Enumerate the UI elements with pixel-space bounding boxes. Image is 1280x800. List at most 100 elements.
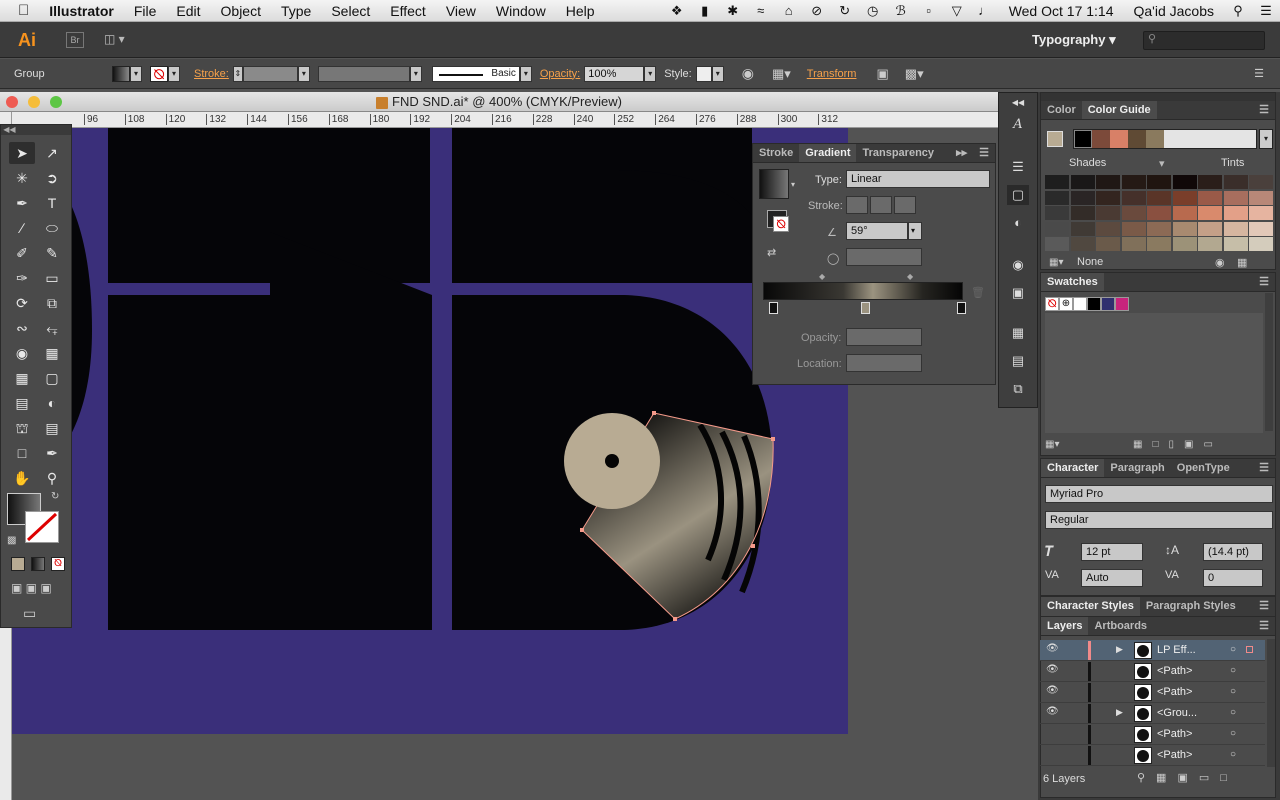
tab-swatches[interactable]: Swatches <box>1041 273 1104 291</box>
shade-swatch[interactable] <box>1147 237 1171 251</box>
minimize-window-button[interactable] <box>28 96 40 108</box>
shade-swatch[interactable] <box>1198 175 1222 189</box>
shade-swatch[interactable] <box>1223 190 1248 205</box>
pathfinder-panel-icon[interactable]: ⧉ <box>1007 379 1029 399</box>
shade-swatch[interactable] <box>1121 190 1146 205</box>
shade-swatch[interactable] <box>1172 237 1197 251</box>
arrange-icon[interactable]: ▩▾ <box>905 66 924 82</box>
tab-character[interactable]: Character <box>1041 459 1105 477</box>
apple-menu-icon[interactable]:  <box>0 2 39 19</box>
pencil-tool-icon[interactable]: ✎ <box>39 242 65 264</box>
aspect-ratio-field[interactable] <box>846 248 922 266</box>
transform-link[interactable]: Transform <box>807 68 857 80</box>
type-tool-icon[interactable]: T <box>39 192 65 214</box>
swatch-white[interactable] <box>1073 297 1087 311</box>
gradient-panel-icon[interactable]: ▢ <box>1007 185 1029 205</box>
menubar-user[interactable]: Qa'id Jacobs <box>1124 3 1225 19</box>
graphic-styles-icon[interactable]: ▣ <box>1007 283 1029 303</box>
shade-swatch[interactable] <box>1070 221 1095 236</box>
shade-swatch[interactable] <box>1096 221 1120 236</box>
shade-swatch[interactable] <box>1198 206 1222 220</box>
harmony-color[interactable] <box>1128 130 1146 148</box>
close-window-button[interactable] <box>6 96 18 108</box>
zoom-window-button[interactable] <box>50 96 62 108</box>
help-search-input[interactable]: ⚲ <box>1143 31 1265 50</box>
none-mode-icon[interactable]: ⦰ <box>51 557 65 571</box>
layer-row[interactable]: <Path> ○ <box>1040 745 1265 766</box>
stroke-weight-dropdown[interactable]: ▾ <box>297 65 310 82</box>
layer-row[interactable]: 👁 <Path> ○ <box>1040 682 1265 703</box>
panel-menu-icon[interactable]: ☰ <box>1253 617 1275 635</box>
shade-swatch[interactable] <box>1070 206 1095 220</box>
fill-dropdown[interactable]: ▾ <box>130 65 142 82</box>
mesh-tool-icon[interactable]: ▦ <box>9 367 35 389</box>
expand-arrow-icon[interactable]: ▶ <box>1116 707 1123 718</box>
tab-transparency[interactable]: Transparency <box>856 144 940 162</box>
layer-row[interactable]: 👁 <Path> ○ <box>1040 661 1265 682</box>
stroke-across-button[interactable] <box>894 196 916 214</box>
target-circle-icon[interactable]: ○ <box>1230 749 1236 760</box>
shade-swatch[interactable] <box>1198 221 1222 236</box>
gradient-stop[interactable] <box>957 302 966 314</box>
layer-row[interactable]: 👁 ▶ <Grou... ○ <box>1040 703 1265 724</box>
transform-panel-icon[interactable]: ▦ <box>1007 323 1029 343</box>
color-mode-icon[interactable] <box>11 557 25 571</box>
screen-mode-icon[interactable]: ▭ <box>23 605 36 622</box>
shade-swatch[interactable] <box>1249 221 1273 236</box>
shade-swatch[interactable] <box>1172 206 1197 220</box>
swatch-magenta[interactable] <box>1115 297 1129 311</box>
shade-swatch[interactable] <box>1045 206 1069 220</box>
free-transform-tool-icon[interactable]: ⥆ <box>39 317 65 339</box>
tab-gradient[interactable]: Gradient <box>799 144 857 162</box>
shade-swatch[interactable] <box>1121 175 1146 189</box>
swatch-libraries-icon[interactable]: ▦▾ <box>1045 439 1059 450</box>
blob-brush-tool-icon[interactable]: ✑ <box>9 267 35 289</box>
shade-swatch[interactable] <box>1249 190 1273 205</box>
shade-swatch[interactable] <box>1249 237 1273 251</box>
draw-mode-icons[interactable]: ▣ ▣ ▣ <box>11 581 52 595</box>
strike-icon[interactable]: ≈ <box>753 3 769 18</box>
expand-arrow-icon[interactable]: ▶ <box>1116 644 1123 655</box>
menu-effect[interactable]: Effect <box>380 3 436 19</box>
panel-menu-icon[interactable]: ☰ <box>1253 273 1275 291</box>
tab-character-styles[interactable]: Character Styles <box>1041 597 1140 616</box>
time-machine-icon[interactable]: ◷ <box>865 3 881 18</box>
visibility-eye-icon[interactable]: 👁 <box>1046 685 1059 696</box>
style-dropdown[interactable]: ▾ <box>711 65 724 82</box>
swap-fill-stroke-icon[interactable]: ↻ <box>51 491 59 502</box>
gradient-stop[interactable] <box>861 302 870 314</box>
stroke-indicator[interactable]: ⦰ <box>773 216 789 232</box>
rotate-tool-icon[interactable]: ⟳ <box>9 292 35 314</box>
control-panel-menu-icon[interactable]: ☰ <box>1254 67 1264 80</box>
paintbrush-tool-icon[interactable]: ✐ <box>9 242 35 264</box>
panel-menu-icon[interactable]: ☰ <box>1253 459 1275 477</box>
tab-paragraph[interactable]: Paragraph <box>1104 459 1170 477</box>
font-size-field[interactable]: 12 pt <box>1081 543 1143 561</box>
circle-slash-icon[interactable]: ⊘ <box>809 3 825 18</box>
wifi-icon[interactable]: ▽ <box>949 3 965 18</box>
tools-panel-header[interactable]: ◀◀ <box>1 125 71 135</box>
harmony-color[interactable] <box>1092 130 1110 148</box>
layer-row[interactable]: 👁 ▶ LP Eff... ○ <box>1040 640 1265 661</box>
reverse-gradient-icon[interactable]: ⇄ <box>767 246 776 259</box>
target-circle-icon[interactable]: ○ <box>1230 665 1236 676</box>
shade-swatch[interactable] <box>1045 221 1069 236</box>
tab-opentype[interactable]: OpenType <box>1171 459 1236 477</box>
gradient-stop[interactable] <box>769 302 778 314</box>
sync-icon[interactable]: ↻ <box>837 3 853 18</box>
shade-swatch[interactable] <box>1198 190 1222 205</box>
tracking-field[interactable]: 0 <box>1203 569 1263 587</box>
visibility-eye-icon[interactable]: 👁 <box>1046 664 1059 675</box>
panel-menu-icon[interactable]: ☰ <box>1253 101 1275 119</box>
pen-tool-icon[interactable]: ✒ <box>9 192 35 214</box>
brush-definition-field[interactable]: Basic <box>431 65 520 82</box>
menu-window[interactable]: Window <box>486 3 556 19</box>
align-panel-icon[interactable]: ▤ <box>1007 351 1029 371</box>
midpoint-diamond-icon[interactable]: ◆ <box>907 272 913 281</box>
swatch-purple[interactable] <box>1101 297 1115 311</box>
shade-swatch[interactable] <box>1096 190 1120 205</box>
volume-icon[interactable]: ♩ <box>977 3 993 18</box>
tab-color-guide[interactable]: Color Guide <box>1081 101 1157 119</box>
stroke-label[interactable]: Stroke: <box>194 68 229 80</box>
swatch-none[interactable]: ⦰ <box>1045 297 1059 311</box>
